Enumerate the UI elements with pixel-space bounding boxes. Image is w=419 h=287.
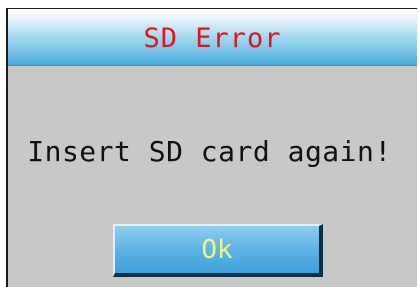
ok-button-label: Ok [201, 234, 233, 265]
error-message: Insert SD card again! [27, 135, 392, 168]
sd-error-dialog: SD Error Insert SD card again! Ok [6, 8, 417, 287]
dialog-titlebar: SD Error [8, 9, 417, 66]
dialog-title: SD Error [143, 22, 282, 54]
ok-button[interactable]: Ok [113, 224, 323, 277]
